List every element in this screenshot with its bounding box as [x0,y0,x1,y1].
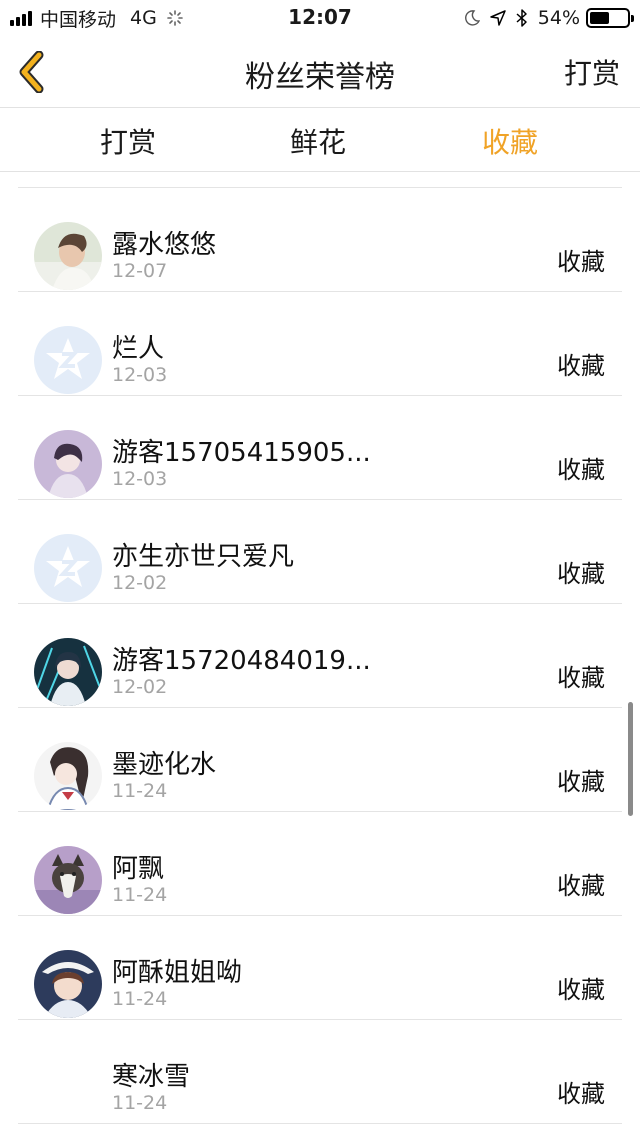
fan-name: 阿酥姐姐呦 [112,958,243,988]
fan-date: 11-24 [112,988,168,1010]
fan-name: 烂人 [112,334,165,364]
fan-name: 游客15705415905... [112,438,371,468]
avatar [34,638,102,706]
scrollbar[interactable] [628,702,633,816]
fan-action-label[interactable]: 收藏 [557,866,605,901]
fan-action-label[interactable]: 收藏 [557,970,605,1005]
moon-icon [464,10,480,26]
fan-date: 12-03 [112,468,168,490]
navigation-bar: 粉丝荣誉榜 打赏 [0,36,640,108]
page-title: 粉丝荣誉榜 [245,60,395,95]
fan-date: 11-24 [112,884,168,906]
battery-icon [586,8,634,28]
fan-date: 11-24 [112,780,168,802]
tab-flowers[interactable]: 鲜花 [223,121,413,161]
list-item[interactable]: 露水悠悠 12-07 收藏 [0,188,640,292]
bluetooth-icon [516,9,527,27]
location-arrow-icon [490,10,506,26]
avatar [34,1054,102,1122]
fan-date: 12-02 [112,572,168,594]
list-item[interactable]: 阿飘 11-24 收藏 [0,812,640,916]
fan-action-label[interactable]: 收藏 [557,658,605,693]
fan-action-label[interactable]: 收藏 [557,346,605,381]
avatar [34,222,102,290]
avatar [34,846,102,914]
tab-favorites[interactable]: 收藏 [415,121,605,161]
fan-action-label[interactable]: 收藏 [557,762,605,797]
fan-name: 亦生亦世只爱凡 [112,542,295,572]
status-bar: 中国移动 4G 12:07 54% [0,0,640,36]
list-item[interactable]: 阿酥姐姐呦 11-24 收藏 [0,916,640,1020]
reward-button[interactable]: 打赏 [564,52,620,92]
fan-name: 寒冰雪 [112,1062,191,1092]
row-divider [18,1123,622,1124]
fan-date: 11-24 [112,1092,168,1114]
avatar [34,430,102,498]
list-item[interactable]: 烂人 12-03 收藏 [0,292,640,396]
list-item[interactable]: 游客15705415905... 12-03 收藏 [0,396,640,500]
avatar [34,950,102,1018]
status-right: 54% [464,6,634,30]
fan-name: 露水悠悠 [112,230,217,260]
tab-reward[interactable]: 打赏 [33,121,223,161]
avatar [34,742,102,810]
fan-name: 游客15720484019... [112,646,371,676]
fan-action-label[interactable]: 收藏 [557,242,605,277]
fan-name: 阿飘 [112,854,165,884]
list-item[interactable]: 寒冰雪 11-24 收藏 [0,1020,640,1124]
avatar [34,326,102,394]
fan-action-label[interactable]: 收藏 [557,1074,605,1109]
battery-percent: 54% [537,7,580,29]
fan-date: 12-07 [112,260,168,282]
fan-name: 墨迹化水 [112,750,217,780]
list-item[interactable]: 游客15720484019... 12-02 收藏 [0,604,640,708]
list-item[interactable]: 亦生亦世只爱凡 12-02 收藏 [0,500,640,604]
tab-bar: 打赏 鲜花 收藏 [0,108,640,172]
fan-action-label[interactable]: 收藏 [557,554,605,589]
list-item[interactable]: 墨迹化水 11-24 收藏 [0,708,640,812]
fan-date: 12-02 [112,676,168,698]
fan-action-label[interactable]: 收藏 [557,450,605,485]
fan-date: 12-03 [112,364,168,386]
avatar [34,534,102,602]
